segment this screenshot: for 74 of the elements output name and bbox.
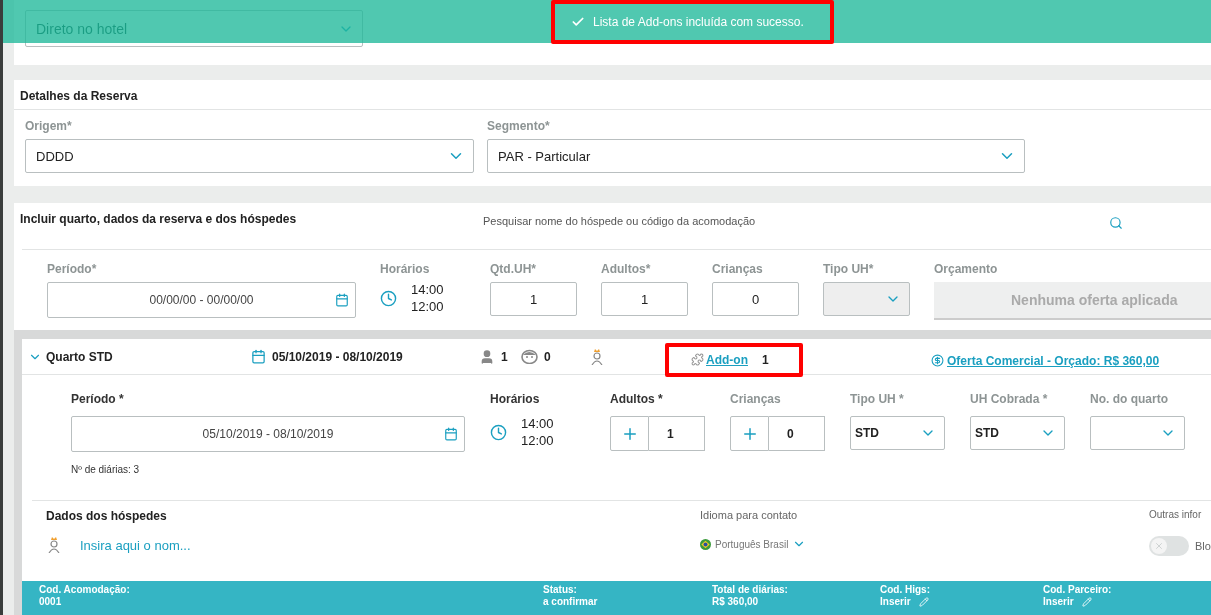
addon-count: 1: [762, 352, 769, 367]
footer-label: Cod. Acomodação:: [39, 584, 131, 595]
field-label: UH Cobrada *: [970, 392, 1049, 406]
field-label: Origem*: [25, 119, 73, 133]
dollar-icon: [931, 354, 944, 367]
footer-value: R$ 360,00: [712, 596, 759, 607]
number-field[interactable]: 1: [490, 282, 577, 316]
field-label: Tipo UH*: [823, 262, 875, 276]
dropdown-field[interactable]: DDDD: [25, 139, 474, 173]
number-field[interactable]: 0: [769, 416, 825, 451]
search-field[interactable]: Pesquisar nome do hóspede ou código da acomodação: [483, 215, 756, 227]
field-label: Horários: [380, 262, 431, 276]
footer-label: Cod. Parceiro:: [1043, 584, 1113, 595]
close-icon: [1154, 541, 1164, 551]
dropdown-field[interactable]: STD: [850, 416, 945, 450]
calendar-icon: [251, 349, 266, 364]
search-icon[interactable]: [1109, 216, 1123, 230]
pencil-icon[interactable]: [918, 596, 929, 607]
clock-icon: [380, 289, 397, 307]
dropdown-field[interactable]: PAR - Particular: [487, 139, 1025, 173]
field-label: Segmento*: [487, 119, 551, 133]
field-label: Qtd.UH*: [490, 262, 537, 276]
section-title: Detalhes da Reserva: [19, 88, 139, 105]
field-label: Orçamento: [934, 262, 999, 276]
room-dates: 05/10/2019 - 08/10/2019: [272, 349, 403, 364]
guest-icon: [591, 348, 603, 365]
nights-count: Nº de diárias: 3: [71, 464, 141, 475]
field-label: Adultos *: [610, 392, 664, 406]
check-in-time: 14:00: [411, 282, 444, 297]
footer-value: a confirmar: [543, 596, 598, 607]
section-title: Dados dos hóspedes: [46, 509, 168, 523]
check-out-time: 12:00: [411, 299, 444, 314]
adult-count: 1: [501, 349, 508, 364]
puzzle-icon: [691, 353, 704, 366]
language-select[interactable]: Português Brasil: [715, 538, 789, 550]
footer-label: Cod. Higs:: [880, 584, 931, 595]
field-label: Período*: [47, 262, 98, 276]
guest-icon: [48, 537, 60, 553]
field-label: Tipo UH *: [850, 392, 905, 406]
pencil-icon[interactable]: [1081, 596, 1092, 607]
field-label: Idioma para contato: [700, 509, 799, 521]
flag-icon: [700, 538, 711, 550]
footer-label: Total de diárias:: [712, 584, 789, 595]
check-out-time: 12:00: [521, 433, 554, 448]
toggle-label: Blo: [1195, 540, 1211, 552]
block-toggle[interactable]: [1149, 536, 1189, 556]
footer-value: 0001: [39, 596, 62, 607]
field-label: Adultos*: [601, 262, 652, 276]
field-label: No. do quarto: [1090, 392, 1169, 406]
number-field[interactable]: 0: [712, 282, 799, 316]
field-label: Crianças: [712, 262, 764, 276]
clock-icon: [490, 423, 507, 441]
check-in-time: 14:00: [521, 416, 554, 431]
calendar-icon[interactable]: [444, 427, 458, 441]
dropdown-field[interactable]: STD: [970, 416, 1065, 450]
field-label: Outras infor: [1149, 509, 1203, 520]
number-field[interactable]: 1: [649, 416, 705, 451]
calendar-icon[interactable]: [335, 293, 349, 307]
section-title: Incluir quarto, dados da reserva e dos hóspedes: [19, 211, 298, 228]
child-count: 0: [544, 349, 551, 364]
dropdown-field[interactable]: [1090, 416, 1185, 450]
field-label: Período *: [71, 392, 125, 406]
plus-button[interactable]: [610, 416, 649, 451]
person-icon: [479, 348, 495, 365]
toast-text: Lista de Add-ons incluída com sucesso.: [593, 14, 804, 29]
date-range-field[interactable]: 05/10/2019 - 08/10/2019: [71, 416, 465, 452]
date-range-field[interactable]: 00/00/00 - 00/00/00: [47, 282, 356, 318]
field-label: Horários: [490, 392, 541, 406]
field-label: Crianças: [730, 392, 782, 406]
number-field[interactable]: 1: [601, 282, 688, 316]
footer-label: Status:: [543, 584, 578, 595]
child-face-icon: [521, 349, 538, 364]
plus-button[interactable]: [730, 416, 769, 451]
room-title: Quarto STD: [46, 349, 113, 364]
